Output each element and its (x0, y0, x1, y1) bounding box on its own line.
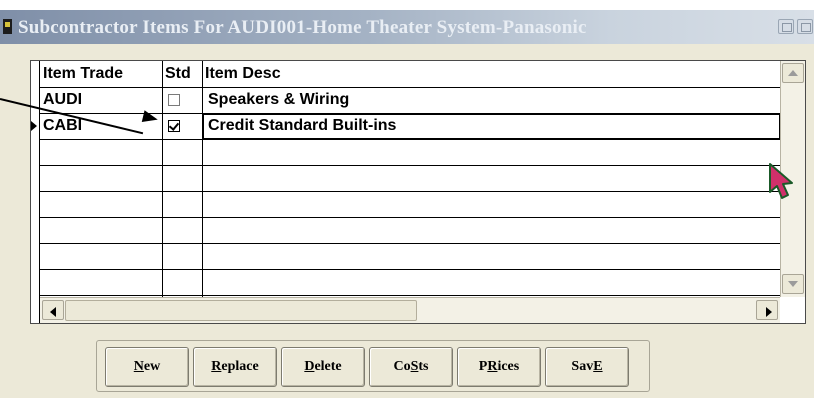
replace-button[interactable]: Replace (193, 347, 277, 387)
header-std[interactable]: Std (163, 61, 191, 87)
row-divider (40, 87, 780, 88)
scroll-right-icon[interactable] (756, 300, 778, 320)
std-checkbox[interactable] (168, 94, 180, 106)
cell-item-desc[interactable]: Speakers & Wiring (208, 87, 349, 113)
horizontal-scrollbar[interactable] (40, 297, 780, 323)
column-divider (162, 61, 163, 297)
row-indicator-icon (31, 121, 37, 131)
title-bar: Subcontractor Items For AUDI001-Home The… (0, 10, 814, 44)
scroll-thumb[interactable] (65, 300, 417, 321)
app-icon (3, 19, 12, 34)
cell-item-desc[interactable]: Credit Standard Built-ins (208, 113, 396, 139)
column-divider (202, 61, 203, 297)
row-divider (40, 243, 780, 244)
scroll-up-icon[interactable] (782, 63, 804, 83)
row-divider (40, 295, 780, 296)
button-bar: New Replace Delete CoSts PRices SavE (96, 340, 650, 392)
header-item-desc[interactable]: Item Desc (203, 61, 281, 87)
row-divider (40, 139, 780, 140)
save-button[interactable]: SavE (545, 347, 629, 387)
row-divider (40, 191, 780, 192)
costs-button[interactable]: CoSts (369, 347, 453, 387)
header-item-trade[interactable]: Item Trade (41, 61, 123, 87)
maximize-icon[interactable] (797, 19, 813, 34)
minimize-icon[interactable] (778, 19, 794, 34)
window-title: Subcontractor Items For AUDI001-Home The… (18, 17, 587, 38)
scroll-down-icon[interactable] (782, 274, 804, 294)
record-selector-column (31, 61, 40, 323)
row-divider (40, 217, 780, 218)
delete-button[interactable]: Delete (281, 347, 365, 387)
prices-button[interactable]: PRices (457, 347, 541, 387)
mouse-cursor-icon (769, 163, 793, 199)
new-button[interactable]: New (105, 347, 189, 387)
row-divider (40, 269, 780, 270)
scroll-left-icon[interactable] (42, 300, 64, 320)
checkbox-checked-icon[interactable] (168, 120, 180, 132)
items-grid[interactable]: Item Trade Std Item Desc AUDI Speakers &… (30, 60, 806, 324)
row-divider (40, 165, 780, 166)
